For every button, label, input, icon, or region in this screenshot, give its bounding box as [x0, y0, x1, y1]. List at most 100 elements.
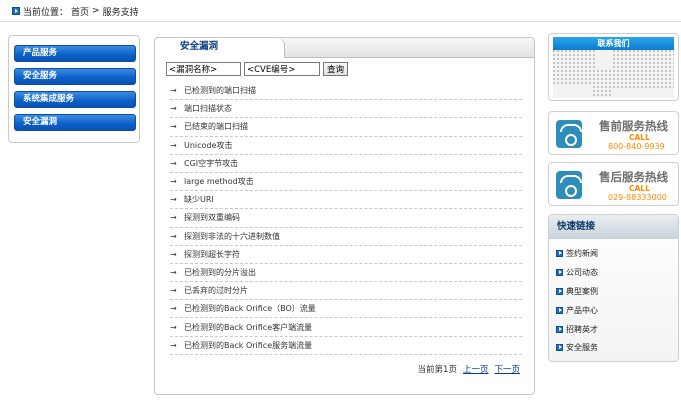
arrow-right-icon: → [170, 104, 177, 114]
vulnerability-panel: 安全漏洞 查询 → 已检测到的端口扫描 → 端口扫描状态 → 已结束的端口扫描 → Un… [154, 37, 535, 395]
world-map-image [553, 50, 674, 98]
arrow-right-icon: → [170, 140, 177, 150]
quick-link-label[interactable]: 典型案例 [566, 286, 598, 297]
cve-id-input[interactable] [244, 62, 320, 76]
menu-item-security-service[interactable]: 安全服务 [14, 68, 136, 85]
list-item-label[interactable]: 已检测到的Back Orifice客户端流量 [184, 322, 312, 333]
aftersale-title: 售后服务热线 [599, 170, 668, 184]
pagination: 当前第1页 上一页 下一页 [418, 363, 520, 375]
arrow-right-icon: → [170, 249, 177, 259]
arrow-right-icon: → [170, 195, 177, 205]
list-item-label[interactable]: 已检测到的分片溢出 [184, 267, 256, 278]
list-item-label[interactable]: 已结束的端口扫描 [184, 121, 248, 132]
telephone-icon [556, 120, 582, 148]
quick-link-item[interactable]: 安全服务 [556, 342, 598, 353]
arrow-bullet-icon [556, 269, 563, 276]
list-item-label[interactable]: 缺少URI [184, 194, 214, 205]
next-page-link[interactable]: 下一页 [494, 363, 520, 375]
search-bar: 查询 [166, 62, 349, 76]
list-item-label[interactable]: 探测到非法的十六进制数值 [184, 231, 280, 242]
quick-links-box: 快速链接 签约新闻 公司动态 典型案例 产品中心 招聘英才 安全服务 [548, 214, 679, 362]
aftersale-number: 029-88333000 [608, 193, 667, 202]
arrow-bullet-icon [556, 344, 563, 351]
list-item-label[interactable]: 已丢弃的过时分片 [184, 285, 248, 296]
presale-call-label: CALL [629, 133, 650, 142]
list-item[interactable]: → 探测到双重编码 [170, 209, 522, 228]
contact-us-title[interactable]: 联系我们 [553, 37, 674, 50]
arrow-bullet-icon [556, 307, 563, 314]
list-item[interactable]: → large method攻击 [170, 173, 522, 192]
list-item-label[interactable]: 已检测到的Back Orifice（BO）流量 [184, 303, 316, 314]
arrow-right-icon: → [170, 267, 177, 277]
list-item[interactable]: → 已检测到的Back Orifice客户端流量 [170, 318, 522, 337]
list-item-label[interactable]: 探测到超长字符 [184, 249, 240, 260]
list-item[interactable]: → 探测到超长字符 [170, 246, 522, 264]
arrow-right-icon: → [170, 304, 177, 314]
quick-link-item[interactable]: 产品中心 [556, 305, 598, 316]
list-item[interactable]: → 端口扫描状态 [170, 100, 522, 119]
arrow-bullet-icon [556, 288, 563, 295]
arrow-right-icon: → [170, 340, 177, 350]
presale-number: 800-840-9939 [608, 142, 665, 151]
arrow-right-icon: → [170, 122, 177, 132]
list-item[interactable]: → 缺少URI [170, 191, 522, 210]
left-menu: 产品服务 安全服务 系统集成服务 安全漏洞 [8, 35, 140, 143]
list-item-label[interactable]: CGI空字节攻击 [184, 158, 238, 169]
quick-link-label[interactable]: 招聘英才 [566, 324, 598, 335]
list-item-label[interactable]: 端口扫描状态 [184, 103, 232, 114]
contact-us-box: 联系我们 [548, 33, 679, 101]
list-item[interactable]: → CGI空字节攻击 [170, 155, 522, 173]
list-item[interactable]: → 探测到非法的十六进制数值 [170, 228, 522, 246]
arrow-right-icon: → [170, 322, 177, 332]
list-item[interactable]: → 已检测到的端口扫描 [170, 82, 522, 101]
menu-item-security-vulnerability[interactable]: 安全漏洞 [14, 114, 136, 131]
breadcrumb-separator: > [92, 6, 100, 16]
page-info: 当前第1页 [417, 365, 457, 375]
list-item-label[interactable]: large method攻击 [184, 176, 254, 187]
arrow-bullet-icon [556, 326, 563, 333]
aftersale-hotline-box: 售后服务热线 CALL 029-88333000 [548, 162, 679, 206]
tab-security-vulnerability[interactable]: 安全漏洞 [155, 38, 285, 58]
arrow-right-icon: → [170, 158, 177, 168]
search-button[interactable]: 查询 [323, 62, 349, 76]
list-item[interactable]: → 已丢弃的过时分片 [170, 282, 522, 301]
aftersale-call-label: CALL [629, 184, 650, 193]
prev-page-link[interactable]: 上一页 [463, 363, 489, 375]
panel-tab-bar: 安全漏洞 [155, 38, 534, 58]
menu-item-product-service[interactable]: 产品服务 [14, 45, 136, 62]
list-item-label[interactable]: 已检测到的Back Orifice服务端流量 [184, 340, 312, 351]
arrow-bullet-icon [556, 250, 563, 257]
arrow-right-icon: → [170, 286, 177, 296]
list-item-label[interactable]: 已检测到的端口扫描 [184, 85, 256, 96]
quick-link-item[interactable]: 签约新闻 [556, 248, 598, 259]
quick-links-title: 快速链接 [549, 215, 678, 239]
quick-link-item[interactable]: 公司动态 [556, 267, 598, 278]
list-item[interactable]: → 已检测到的Back Orifice（BO）流量 [170, 300, 522, 319]
menu-item-system-integration[interactable]: 系统集成服务 [14, 91, 136, 108]
list-item[interactable]: → 已检测到的分片溢出 [170, 264, 522, 283]
breadcrumb-home[interactable]: 首页 [71, 5, 89, 18]
list-item[interactable]: → Unicode攻击 [170, 137, 522, 155]
breadcrumb-current: 服务支持 [102, 7, 139, 18]
quick-link-label[interactable]: 签约新闻 [566, 248, 598, 259]
vuln-name-input[interactable] [166, 62, 241, 76]
header-divider [0, 21, 681, 22]
quick-link-label[interactable]: 公司动态 [566, 267, 598, 278]
list-item-label[interactable]: 探测到双重编码 [184, 212, 240, 223]
presale-title: 售前服务热线 [599, 119, 668, 133]
telephone-icon [556, 171, 582, 199]
quick-link-item[interactable]: 招聘英才 [556, 324, 598, 335]
list-item[interactable]: → 已结束的端口扫描 [170, 118, 522, 137]
arrow-right-icon: → [170, 86, 177, 96]
arrow-bullet-icon [12, 7, 20, 15]
quick-link-label[interactable]: 产品中心 [566, 305, 598, 316]
arrow-right-icon: → [170, 231, 177, 241]
breadcrumb-prefix: 当前位置： [23, 7, 69, 18]
list-item-label[interactable]: Unicode攻击 [184, 140, 232, 151]
arrow-right-icon: → [170, 213, 177, 223]
quick-link-item[interactable]: 典型案例 [556, 286, 598, 297]
vulnerability-list: → 已检测到的端口扫描 → 端口扫描状态 → 已结束的端口扫描 → Unicode攻击 … [170, 82, 522, 355]
quick-link-label[interactable]: 安全服务 [566, 342, 598, 353]
arrow-right-icon: → [170, 177, 177, 187]
list-item[interactable]: → 已检测到的Back Orifice服务端流量 [170, 337, 522, 355]
